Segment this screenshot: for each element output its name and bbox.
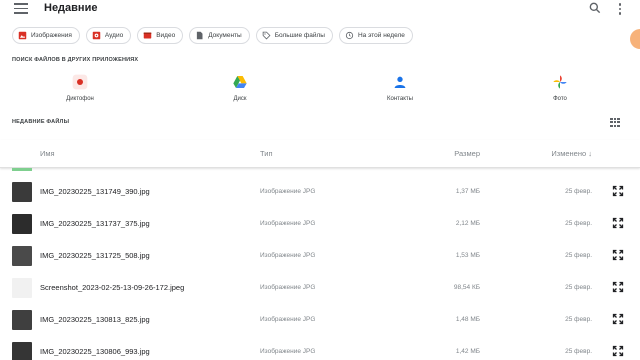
- file-size: 2,12 МБ: [455, 220, 480, 227]
- hamburger-menu-icon[interactable]: [14, 3, 28, 15]
- file-list-header: Имя Тип Размер Изменено ↓: [0, 140, 640, 168]
- section-label-other-apps: ПОИСК ФАЙЛОВ В ДРУГИХ ПРИЛОЖЕНИЯХ: [12, 57, 139, 63]
- grid-view-icon[interactable]: [610, 118, 620, 127]
- document-icon: [197, 31, 203, 40]
- section-label-recent-files: НЕДАВНИЕ ФАЙЛЫ: [12, 119, 70, 125]
- file-thumbnail: [12, 182, 32, 202]
- expand-preview-icon[interactable]: [612, 217, 624, 229]
- file-type: Изображение JPG: [260, 220, 316, 227]
- more-vert-icon[interactable]: [614, 1, 626, 17]
- partial-thumbnail: [12, 168, 32, 171]
- chip-images[interactable]: Изображения: [12, 27, 80, 44]
- recorder-icon: [72, 74, 88, 90]
- expand-preview-icon[interactable]: [612, 281, 624, 293]
- file-row[interactable]: IMG_20230225_130813_825.jpg Изображение J…: [0, 304, 640, 336]
- file-row[interactable]: IMG_20230225_131725_508.jpg Изображение J…: [0, 240, 640, 272]
- chip-label: Документы: [208, 32, 242, 39]
- app-label: Контакты: [387, 96, 413, 102]
- file-thumbnail: [12, 310, 32, 330]
- file-row[interactable]: Screenshot_2023-02-25-13-09-26-172.jpeg И…: [0, 272, 640, 304]
- file-thumbnail: [12, 342, 32, 360]
- file-size: 1,42 МБ: [455, 348, 480, 355]
- app-label: Диктофон: [66, 96, 94, 102]
- audio-icon: [92, 31, 101, 40]
- file-row[interactable]: IMG_20230225_130806_993.jpg Изображение J…: [0, 336, 640, 360]
- chip-label: Изображения: [31, 32, 72, 39]
- chip-label: На этой неделе: [357, 32, 405, 39]
- search-icon[interactable]: [588, 1, 602, 15]
- file-name: IMG_20230225_131725_508.jpg: [40, 251, 150, 260]
- file-thumbnail: [12, 278, 32, 298]
- file-type: Изображение JPG: [260, 316, 316, 323]
- file-type: Изображение JPG: [260, 284, 316, 291]
- file-date: 25 февр.: [565, 284, 592, 291]
- contacts-icon: [394, 76, 406, 88]
- chip-large-files[interactable]: Большие файлы: [255, 27, 333, 44]
- floating-button-edge[interactable]: [630, 29, 640, 49]
- file-size: 1,53 МБ: [455, 252, 480, 259]
- chip-video[interactable]: Видео: [137, 27, 184, 44]
- top-app-bar: Недавние: [0, 0, 640, 20]
- history-icon: [345, 31, 354, 40]
- chip-label: Видео: [156, 32, 176, 39]
- chip-audio[interactable]: Аудио: [85, 27, 132, 44]
- file-date: 25 февр.: [565, 188, 592, 195]
- filter-chips: Изображения Аудио Видео Документы Больши…: [12, 27, 413, 45]
- app-label: Диск: [233, 96, 247, 102]
- app-label: Фото: [553, 96, 567, 102]
- file-date: 25 февр.: [565, 348, 592, 355]
- image-icon: [18, 31, 27, 40]
- file-thumbnail: [12, 246, 32, 266]
- column-type[interactable]: Тип: [260, 149, 273, 158]
- file-row[interactable]: IMG_20230225_131749_390.jpg Изображение J…: [0, 176, 640, 208]
- expand-preview-icon[interactable]: [612, 185, 624, 197]
- file-size: 98,54 КБ: [453, 284, 480, 291]
- column-name[interactable]: Имя: [40, 149, 55, 158]
- file-name: IMG_20230225_131737_375.jpg: [40, 219, 150, 228]
- google-photos-icon: [553, 75, 567, 89]
- column-size[interactable]: Размер: [454, 149, 480, 158]
- google-drive-icon: [233, 76, 247, 88]
- chip-this-week[interactable]: На этой неделе: [338, 27, 413, 44]
- file-name: IMG_20230225_131749_390.jpg: [40, 187, 150, 196]
- chip-label: Большие файлы: [274, 32, 325, 39]
- app-contacts[interactable]: Контакты: [370, 74, 430, 102]
- file-date: 25 февр.: [565, 252, 592, 259]
- app-recorder[interactable]: Диктофон: [50, 74, 110, 102]
- file-type: Изображение JPG: [260, 188, 316, 195]
- chip-documents[interactable]: Документы: [189, 27, 250, 44]
- file-type: Изображение JPG: [260, 348, 316, 355]
- file-thumbnail: [12, 214, 32, 234]
- file-size: 1,37 МБ: [455, 188, 480, 195]
- file-name: IMG_20230225_130806_993.jpg: [40, 347, 150, 356]
- file-size: 1,48 МБ: [455, 316, 480, 323]
- page-title: Недавние: [44, 2, 98, 14]
- file-row[interactable]: IMG_20230225_131737_375.jpg Изображение J…: [0, 208, 640, 240]
- expand-preview-icon[interactable]: [612, 249, 624, 261]
- file-name: Screenshot_2023-02-25-13-09-26-172.jpeg: [40, 283, 185, 292]
- tag-icon: [262, 31, 271, 40]
- chip-label: Аудио: [104, 32, 124, 39]
- expand-preview-icon[interactable]: [612, 345, 624, 357]
- app-photos[interactable]: Фото: [530, 74, 590, 102]
- file-date: 25 февр.: [565, 220, 592, 227]
- file-date: 25 февр.: [565, 316, 592, 323]
- video-icon: [143, 32, 152, 39]
- expand-preview-icon[interactable]: [612, 313, 624, 325]
- file-type: Изображение JPG: [260, 252, 316, 259]
- column-modified[interactable]: Изменено ↓: [551, 149, 592, 158]
- app-drive[interactable]: Диск: [210, 74, 270, 102]
- apps-row: Диктофон Диск Контакты Фото: [0, 74, 640, 108]
- file-name: IMG_20230225_130813_825.jpg: [40, 315, 150, 324]
